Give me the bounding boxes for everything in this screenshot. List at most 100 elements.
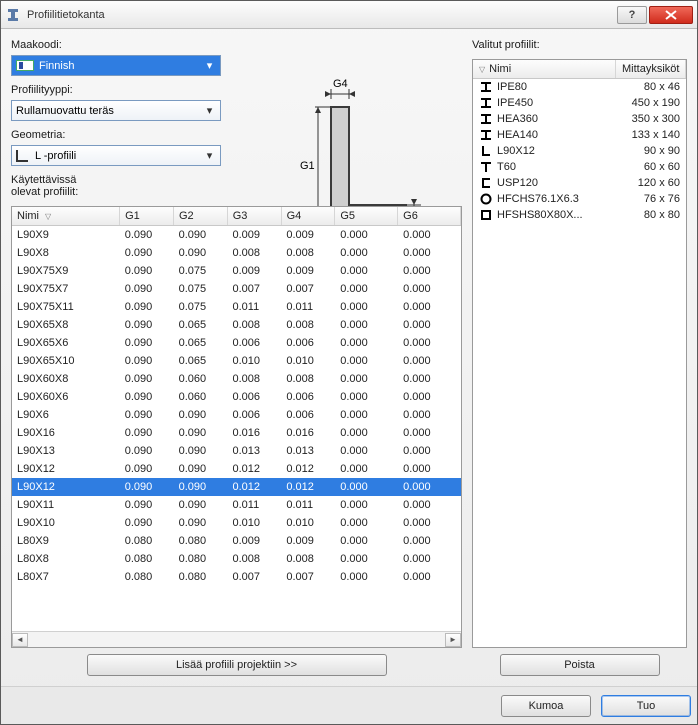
list-item-name: IPE450 xyxy=(497,97,616,109)
geometry-value: L -profiili xyxy=(35,150,76,162)
g1-label: G1 xyxy=(300,160,315,172)
list-item-name: L90X12 xyxy=(497,145,616,157)
titlebar: Profiilitietokanta ? xyxy=(1,1,697,29)
profile-shape-icon xyxy=(479,177,493,189)
close-button[interactable] xyxy=(649,6,693,24)
column-header[interactable]: G5 xyxy=(335,207,398,226)
column-header[interactable]: G4 xyxy=(281,207,335,226)
table-row[interactable]: L80X80.0800.0800.0080.0080.0000.000 xyxy=(12,550,461,568)
list-item-name: HFCHS76.1X6.3 xyxy=(497,193,616,205)
profile-shape-icon xyxy=(479,113,493,125)
chevron-down-icon: ▾ xyxy=(202,148,217,163)
list-item-units: 90 x 90 xyxy=(616,145,680,157)
country-label: Maakoodi: xyxy=(11,39,241,51)
profile-shape-icon xyxy=(479,145,493,157)
table-row[interactable]: L90X120.0900.0900.0120.0120.0000.000 xyxy=(12,460,461,478)
finnish-flag-icon xyxy=(16,60,34,71)
table-row[interactable]: L90X60X80.0900.0600.0080.0080.0000.000 xyxy=(12,370,461,388)
list-item-units: 60 x 60 xyxy=(616,161,680,173)
list-item-name: HEA360 xyxy=(497,113,616,125)
import-button[interactable]: Tuo xyxy=(601,695,691,717)
list-item[interactable]: T6060 x 60 xyxy=(473,159,686,175)
svg-text:G4: G4 xyxy=(333,78,348,90)
table-row[interactable]: L80X90.0800.0800.0090.0090.0000.000 xyxy=(12,532,461,550)
remove-label: Poista xyxy=(564,659,595,671)
table-row[interactable]: L90X120.0900.0900.0120.0120.0000.000 xyxy=(12,478,461,496)
list-item[interactable]: HEA360350 x 300 xyxy=(473,111,686,127)
cancel-button[interactable]: Kumoa xyxy=(501,695,591,717)
scroll-left-icon[interactable]: ◄ xyxy=(12,633,28,647)
table-row[interactable]: L90X65X100.0900.0650.0100.0100.0000.000 xyxy=(12,352,461,370)
geometry-combo[interactable]: L -profiili ▾ xyxy=(11,145,221,166)
profile-type-value: Rullamuovattu teräs xyxy=(16,105,114,117)
available-profiles-scroll[interactable]: L90X90.0900.0900.0090.0090.0000.000L90X8… xyxy=(12,226,461,631)
list-item-units: 133 x 140 xyxy=(616,129,680,141)
selected-profiles-scroll[interactable]: IPE8080 x 46IPE450450 x 190HEA360350 x 3… xyxy=(473,79,686,647)
table-row[interactable]: L90X110.0900.0900.0110.0110.0000.000 xyxy=(12,496,461,514)
list-item-name: IPE80 xyxy=(497,81,616,93)
remove-button[interactable]: Poista xyxy=(500,654,660,676)
list-item[interactable]: HEA140133 x 140 xyxy=(473,127,686,143)
column-header[interactable]: G1 xyxy=(120,207,174,226)
profile-type-combo[interactable]: Rullamuovattu teräs ▾ xyxy=(11,100,221,121)
available-profiles-table: Nimi▽G1G2G3G4G5G6 L90X90.0900.0900.0090.… xyxy=(11,206,462,648)
chevron-down-icon: ▾ xyxy=(202,58,217,73)
country-value: Finnish xyxy=(39,60,74,72)
content-area: Maakoodi: Finnish ▾ Profiilityyppi: Rull… xyxy=(1,29,697,686)
dialog-button-bar: Kumoa Tuo xyxy=(1,686,697,724)
scroll-right-icon[interactable]: ► xyxy=(445,633,461,647)
list-item[interactable]: IPE8080 x 46 xyxy=(473,79,686,95)
help-button[interactable]: ? xyxy=(617,6,647,24)
table-row[interactable]: L90X75X90.0900.0750.0090.0090.0000.000 xyxy=(12,262,461,280)
profile-type-label: Profiilityyppi: xyxy=(11,84,241,96)
column-header[interactable]: G6 xyxy=(398,207,461,226)
selected-name-header[interactable]: ▽ Nimi xyxy=(473,60,616,78)
table-row[interactable]: L90X90.0900.0900.0090.0090.0000.000 xyxy=(12,226,461,244)
list-item-name: HEA140 xyxy=(497,129,616,141)
list-item[interactable]: L90X1290 x 90 xyxy=(473,143,686,159)
table-row[interactable]: L90X60.0900.0900.0060.0060.0000.000 xyxy=(12,406,461,424)
window-title: Profiilitietokanta xyxy=(27,9,615,21)
list-item[interactable]: IPE450450 x 190 xyxy=(473,95,686,111)
column-header[interactable]: G2 xyxy=(173,207,227,226)
table-row[interactable]: L90X75X110.0900.0750.0110.0110.0000.000 xyxy=(12,298,461,316)
selected-units-header[interactable]: Mittayksiköt xyxy=(616,60,686,78)
app-icon xyxy=(5,7,21,23)
l-profile-icon xyxy=(16,150,30,162)
chevron-down-icon: ▾ xyxy=(202,103,217,118)
selected-profiles-list: ▽ Nimi Mittayksiköt IPE8080 x 46IPE45045… xyxy=(472,59,687,648)
table-row[interactable]: L90X130.0900.0900.0130.0130.0000.000 xyxy=(12,442,461,460)
profile-shape-icon xyxy=(479,129,493,141)
list-item-name: HFSHS80X80X... xyxy=(497,209,616,221)
column-header[interactable]: Nimi▽ xyxy=(12,207,120,226)
list-item-units: 80 x 80 xyxy=(616,209,680,221)
table-row[interactable]: L90X160.0900.0900.0160.0160.0000.000 xyxy=(12,424,461,442)
list-item[interactable]: USP120120 x 60 xyxy=(473,175,686,191)
available-label: Käytettävissä olevat profiilit: xyxy=(11,174,241,198)
list-item-units: 80 x 46 xyxy=(616,81,680,93)
list-item-units: 350 x 300 xyxy=(616,113,680,125)
list-item-name: T60 xyxy=(497,161,616,173)
list-item[interactable]: HFCHS76.1X6.376 x 76 xyxy=(473,191,686,207)
table-row[interactable]: L90X65X80.0900.0650.0080.0080.0000.000 xyxy=(12,316,461,334)
table-row[interactable]: L90X100.0900.0900.0100.0100.0000.000 xyxy=(12,514,461,532)
sort-indicator-icon: ▽ xyxy=(479,65,485,74)
country-combo[interactable]: Finnish ▾ xyxy=(11,55,221,76)
sort-indicator-icon: ▽ xyxy=(45,212,51,221)
add-profile-button[interactable]: Lisää profiili projektiin >> xyxy=(87,654,387,676)
list-item[interactable]: HFSHS80X80X...80 x 80 xyxy=(473,207,686,223)
geometry-label: Geometria: xyxy=(11,129,241,141)
table-row[interactable]: L90X80.0900.0900.0080.0080.0000.000 xyxy=(12,244,461,262)
list-item-name: USP120 xyxy=(497,177,616,189)
table-row[interactable]: L90X75X70.0900.0750.0070.0070.0000.000 xyxy=(12,280,461,298)
table-row[interactable]: L80X70.0800.0800.0070.0070.0000.000 xyxy=(12,568,461,586)
import-label: Tuo xyxy=(637,700,656,712)
list-item-units: 120 x 60 xyxy=(616,177,680,189)
table-row[interactable]: L90X60X60.0900.0600.0060.0060.0000.000 xyxy=(12,388,461,406)
table-row[interactable]: L90X65X60.0900.0650.0060.0060.0000.000 xyxy=(12,334,461,352)
selected-label: Valitut profiilit: xyxy=(472,39,687,51)
list-item-units: 450 x 190 xyxy=(616,97,680,109)
column-header[interactable]: G3 xyxy=(227,207,281,226)
profile-shape-icon xyxy=(479,193,493,205)
horizontal-scrollbar[interactable]: ◄ ► xyxy=(12,631,461,647)
